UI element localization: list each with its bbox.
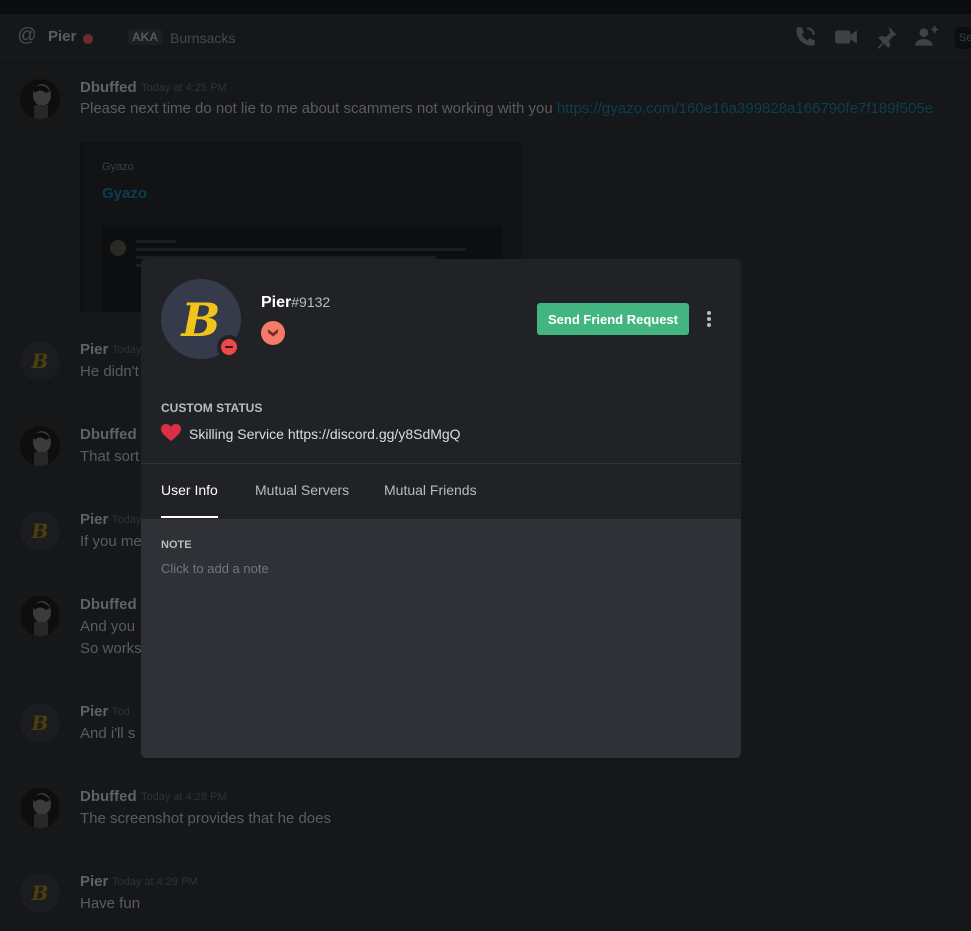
- message-content: And i'll s: [80, 725, 136, 742]
- avatar[interactable]: [20, 596, 60, 636]
- profile-tabs: User Info Mutual Servers Mutual Friends: [141, 463, 741, 519]
- more-options-icon[interactable]: [701, 307, 717, 331]
- add-friends-to-dm-icon[interactable]: [913, 24, 939, 50]
- note-input[interactable]: Click to add a note: [161, 561, 721, 581]
- tab-mutual-friends[interactable]: Mutual Friends: [384, 464, 477, 518]
- aka-tag: AKA: [128, 29, 162, 45]
- message-content: And you: [80, 618, 136, 635]
- search-input[interactable]: Se: [955, 27, 971, 49]
- avatar[interactable]: [20, 788, 60, 828]
- window-top-strip: [0, 0, 971, 14]
- message-author[interactable]: Pier: [80, 341, 108, 358]
- at-icon: @: [17, 25, 37, 46]
- start-voice-call-icon[interactable]: [792, 24, 818, 50]
- avatar[interactable]: [20, 426, 60, 466]
- tab-user-info[interactable]: User Info: [161, 464, 218, 518]
- message-timestamp: Today at 4:25 PM: [141, 82, 227, 94]
- message-timestamp: Today at 4:28 PM: [141, 791, 227, 803]
- message-author[interactable]: Dbuffed: [80, 79, 137, 96]
- message-content: The screenshot provides that he does: [80, 810, 331, 827]
- message-content: He didn't: [80, 363, 139, 380]
- message-timestamp: Today: [112, 514, 142, 526]
- channel-name: Pier: [48, 28, 77, 45]
- embed-provider: Gyazo: [102, 161, 134, 173]
- avatar[interactable]: B: [20, 873, 60, 913]
- start-video-call-icon[interactable]: [833, 24, 859, 50]
- message-content: Please next time do not lie to me about …: [80, 100, 933, 117]
- message-timestamp: Today at 4:29 PM: [112, 876, 198, 888]
- custom-status-text: Skilling Service https://discord.gg/y8Sd…: [189, 426, 461, 442]
- avatar[interactable]: B: [20, 703, 60, 743]
- tab-mutual-servers[interactable]: Mutual Servers: [255, 464, 349, 518]
- message-content: If you me: [80, 533, 142, 550]
- message-timestamp: Tod: [112, 706, 130, 718]
- message-author[interactable]: Pier: [80, 511, 108, 528]
- dnd-status-icon: [217, 335, 241, 359]
- avatar[interactable]: B: [20, 511, 60, 551]
- heart-icon: [161, 424, 181, 442]
- message-author[interactable]: Pier: [80, 703, 108, 720]
- pinned-messages-icon[interactable]: [873, 24, 899, 50]
- message-content: That sort: [80, 448, 140, 465]
- user-profile-modal: B Pier#9132 Send Friend Request CUSTOM S…: [141, 259, 741, 758]
- hypesquad-bravery-icon[interactable]: [261, 321, 285, 345]
- message-author[interactable]: Pier: [80, 873, 108, 890]
- message-author[interactable]: Dbuffed: [80, 788, 137, 805]
- message-content: Have fun: [80, 895, 141, 912]
- message-text: Please next time do not lie to me about …: [80, 100, 557, 117]
- aka-names: Burnsacks: [170, 30, 236, 46]
- send-friend-request-button[interactable]: Send Friend Request: [537, 303, 689, 335]
- profile-discriminator: #9132: [291, 294, 331, 310]
- message-author[interactable]: Dbuffed: [80, 596, 137, 613]
- message-author[interactable]: Dbuffed: [80, 426, 137, 443]
- profile-header: B Pier#9132 Send Friend Request CUSTOM S…: [141, 259, 741, 463]
- message-link[interactable]: https://gyazo.com/160e16a399828a166790fe…: [557, 100, 933, 117]
- custom-status-heading: CUSTOM STATUS: [161, 401, 263, 415]
- note-heading: NOTE: [161, 539, 192, 551]
- avatar[interactable]: [20, 79, 60, 119]
- channel-header: @ Pier AKA Burnsacks Se: [0, 14, 971, 63]
- avatar[interactable]: B: [20, 341, 60, 381]
- profile-username: Pier#9132: [261, 294, 331, 311]
- embed-title[interactable]: Gyazo: [102, 185, 147, 202]
- message-content: So works: [80, 640, 142, 657]
- dnd-status-icon: [83, 34, 93, 44]
